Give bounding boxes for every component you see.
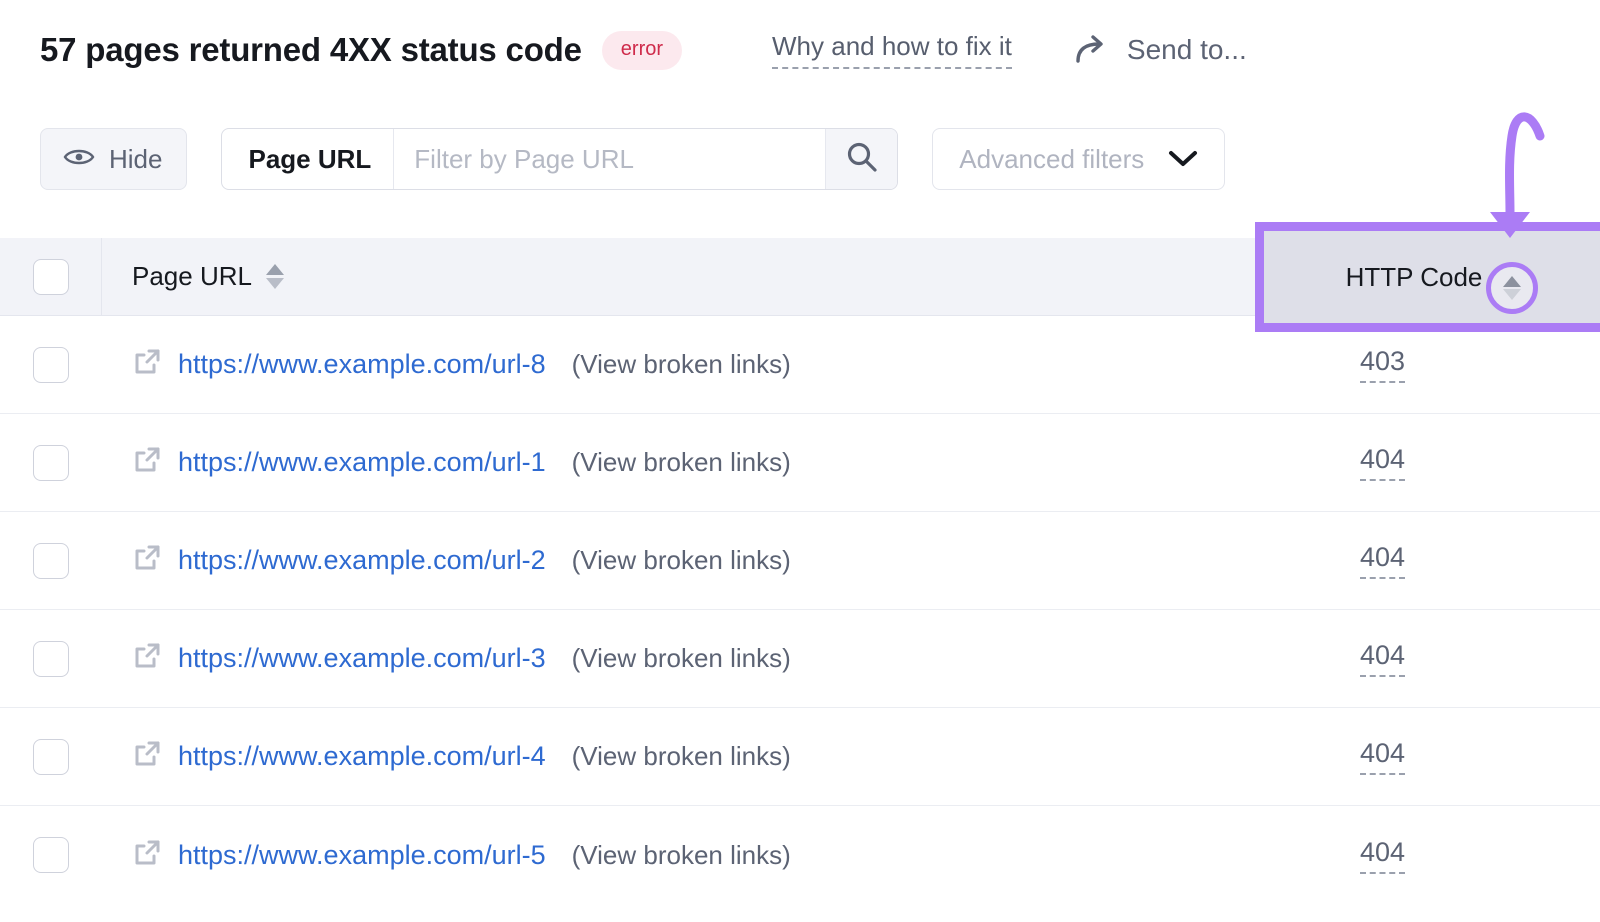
- row-checkbox[interactable]: [33, 837, 69, 873]
- advanced-filters-dropdown[interactable]: Advanced filters: [932, 128, 1225, 190]
- filter-toolbar: Hide Page URL Advanced filters: [40, 128, 1225, 190]
- http-code-value[interactable]: 404: [1360, 444, 1405, 481]
- view-broken-links-link[interactable]: (View broken links): [572, 643, 791, 674]
- table-row: https://www.example.com/url-5 (View brok…: [0, 806, 1600, 904]
- external-link-icon: [132, 543, 162, 578]
- row-checkbox[interactable]: [33, 347, 69, 383]
- send-to-button[interactable]: Send to...: [1074, 34, 1247, 66]
- page-url-cell: https://www.example.com/url-2 (View brok…: [102, 543, 1255, 578]
- row-select-cell: [0, 512, 102, 609]
- external-link-icon: [132, 838, 162, 873]
- view-broken-links-link[interactable]: (View broken links): [572, 741, 791, 772]
- external-link-icon: [132, 641, 162, 676]
- http-code-value[interactable]: 403: [1360, 346, 1405, 383]
- http-code-cell: 403: [1255, 346, 1600, 383]
- table-row: https://www.example.com/url-1 (View brok…: [0, 414, 1600, 512]
- column-header-http-code-label: HTTP Code: [1346, 262, 1483, 293]
- search-input[interactable]: [393, 129, 825, 189]
- row-select-cell: [0, 316, 102, 413]
- http-code-value[interactable]: 404: [1360, 837, 1405, 874]
- page-header: 57 pages returned 4XX status code error …: [0, 0, 1600, 100]
- table-row: https://www.example.com/url-3 (View brok…: [0, 610, 1600, 708]
- page-url-cell: https://www.example.com/url-1 (View brok…: [102, 445, 1255, 480]
- http-code-cell: 404: [1255, 640, 1600, 677]
- page-title: 57 pages returned 4XX status code: [40, 31, 582, 69]
- row-select-cell: [0, 806, 102, 904]
- table-row: https://www.example.com/url-2 (View brok…: [0, 512, 1600, 610]
- http-code-cell: 404: [1255, 837, 1600, 874]
- status-badge: error: [602, 31, 682, 70]
- sort-arrows-icon[interactable]: [266, 264, 284, 289]
- send-to-label: Send to...: [1127, 34, 1247, 66]
- why-and-how-to-fix-it-link[interactable]: Why and how to fix it: [772, 31, 1012, 69]
- search-button[interactable]: [825, 129, 897, 189]
- hide-button[interactable]: Hide: [40, 128, 187, 190]
- page-url-link[interactable]: https://www.example.com/url-5: [178, 840, 546, 871]
- results-table: Page URL HTTP Code: [0, 238, 1600, 904]
- page-url-link[interactable]: https://www.example.com/url-3: [178, 643, 546, 674]
- page-url-link[interactable]: https://www.example.com/url-8: [178, 349, 546, 380]
- advanced-filters-label: Advanced filters: [959, 144, 1144, 175]
- filter-field-label: Page URL: [222, 129, 393, 189]
- external-link-icon: [132, 347, 162, 382]
- http-code-value[interactable]: 404: [1360, 640, 1405, 677]
- row-checkbox[interactable]: [33, 445, 69, 481]
- http-code-value[interactable]: 404: [1360, 542, 1405, 579]
- page-url-cell: https://www.example.com/url-5 (View brok…: [102, 838, 1255, 873]
- chevron-down-icon: [1168, 144, 1198, 175]
- table-body: https://www.example.com/url-8 (View brok…: [0, 316, 1600, 904]
- row-select-cell: [0, 610, 102, 707]
- eye-icon: [63, 144, 95, 175]
- row-checkbox[interactable]: [33, 739, 69, 775]
- row-checkbox[interactable]: [33, 543, 69, 579]
- page-root: 57 pages returned 4XX status code error …: [0, 0, 1600, 922]
- http-code-cell: 404: [1255, 738, 1600, 775]
- page-url-link[interactable]: https://www.example.com/url-1: [178, 447, 546, 478]
- view-broken-links-link[interactable]: (View broken links): [572, 545, 791, 576]
- page-url-link[interactable]: https://www.example.com/url-4: [178, 741, 546, 772]
- row-select-cell: [0, 708, 102, 805]
- view-broken-links-link[interactable]: (View broken links): [572, 840, 791, 871]
- page-url-cell: https://www.example.com/url-4 (View brok…: [102, 739, 1255, 774]
- page-url-cell: https://www.example.com/url-3 (View brok…: [102, 641, 1255, 676]
- external-link-icon: [132, 739, 162, 774]
- row-select-cell: [0, 414, 102, 511]
- page-url-filter-group: Page URL: [221, 128, 898, 190]
- hide-button-label: Hide: [109, 144, 162, 175]
- magnifier-icon: [845, 140, 879, 179]
- table-row: https://www.example.com/url-4 (View brok…: [0, 708, 1600, 806]
- select-all-cell: [0, 238, 102, 315]
- external-link-icon: [132, 445, 162, 480]
- page-url-cell: https://www.example.com/url-8 (View brok…: [102, 347, 1255, 382]
- view-broken-links-link[interactable]: (View broken links): [572, 349, 791, 380]
- http-code-value[interactable]: 404: [1360, 738, 1405, 775]
- share-arrow-icon: [1074, 35, 1112, 65]
- row-checkbox[interactable]: [33, 641, 69, 677]
- select-all-checkbox[interactable]: [33, 259, 69, 295]
- page-url-link[interactable]: https://www.example.com/url-2: [178, 545, 546, 576]
- column-header-page-url-label: Page URL: [132, 261, 252, 292]
- http-code-cell: 404: [1255, 542, 1600, 579]
- view-broken-links-link[interactable]: (View broken links): [572, 447, 791, 478]
- http-code-cell: 404: [1255, 444, 1600, 481]
- table-header-row: Page URL HTTP Code: [0, 238, 1600, 316]
- table-row: https://www.example.com/url-8 (View brok…: [0, 316, 1600, 414]
- http-code-sort-arrows-icon[interactable]: [1486, 262, 1538, 314]
